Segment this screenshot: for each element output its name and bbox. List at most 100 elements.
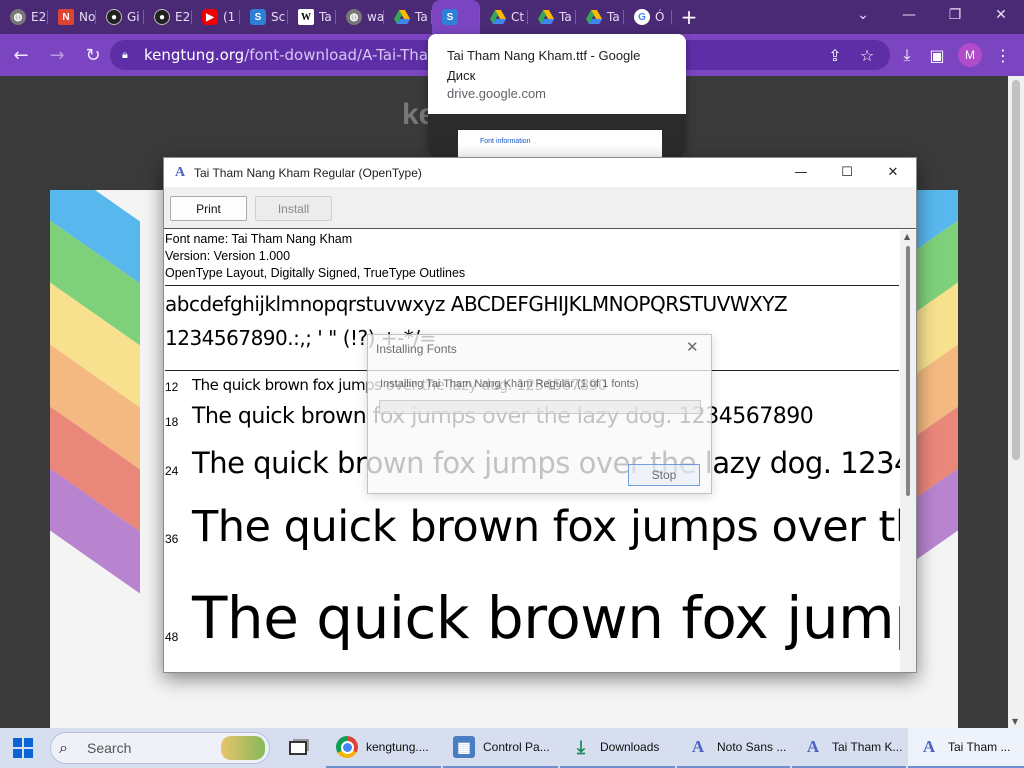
page-scrollbar-thumb[interactable] [1012, 80, 1020, 460]
dialog-close-icon[interactable]: ✕ [686, 338, 699, 356]
taskbar-item-tai-tham-k[interactable]: A Tai Tham K... [792, 728, 906, 768]
s-icon: S [442, 9, 458, 25]
tab-0[interactable]: ◍ E2 [0, 0, 48, 34]
tab-9-active[interactable]: S [432, 0, 480, 34]
font-file-icon: A [691, 737, 705, 756]
taskbar-item-chrome[interactable]: kengtung.... [326, 728, 441, 768]
sample-row-48: 48 The quick brown fox jumps over the la… [164, 576, 900, 656]
maximize-button[interactable]: ☐ [824, 158, 870, 187]
profile-avatar[interactable]: M [958, 43, 982, 67]
taskbar-item-control-panel[interactable]: ▦ Control Pa... [443, 728, 558, 768]
hover-card-domain: drive.google.com [447, 86, 546, 101]
dialog-message: Installing Tai Tham Nang Kham Regular (1… [380, 378, 639, 390]
tab-6[interactable]: W Ta [288, 0, 336, 34]
share-icon[interactable]: ⇪ [820, 40, 850, 70]
dialog-title: Installing Fonts [376, 342, 457, 356]
font-file-icon: A [922, 737, 936, 756]
start-button[interactable] [0, 728, 46, 768]
tab-12[interactable]: Ta [576, 0, 624, 34]
sample-size: 36 [165, 532, 179, 546]
browser-close-button[interactable]: ✕ [978, 0, 1024, 30]
github-icon: ● [106, 9, 122, 25]
tab-3[interactable]: ● E2 [144, 0, 192, 34]
font-preview-scrollbar[interactable]: ▲ [900, 230, 916, 672]
download-icon[interactable]: ⤓ [892, 40, 922, 70]
scroll-up-arrow-icon[interactable]: ▲ [904, 232, 910, 241]
tab-4[interactable]: ▶ (1 [192, 0, 240, 34]
sample-size: 48 [165, 630, 179, 644]
install-progress-bar [379, 400, 701, 414]
tab-label: (1 [223, 10, 236, 24]
tab-8[interactable]: Ta [384, 0, 432, 34]
print-button[interactable]: Print [170, 196, 247, 221]
taskbar-item-downloads[interactable]: ⤓ Downloads [560, 728, 675, 768]
tab-label: Ta [319, 10, 332, 24]
forward-arrow-icon[interactable]: → [42, 40, 72, 70]
tab-search-chevron-icon[interactable]: ⌄ [840, 0, 886, 30]
preview-heading: Font information [480, 138, 531, 145]
tab-10[interactable]: Ct [480, 0, 528, 34]
font-viewer-title: Tai Tham Nang Kham Regular (OpenType) [194, 165, 422, 180]
drive-icon [586, 9, 602, 25]
taskbar-item-label: kengtung.... [366, 740, 429, 754]
youtube-icon: ▶ [202, 9, 218, 25]
tab-label: Ó [655, 10, 665, 24]
font-file-icon: A [174, 164, 186, 180]
globe-icon: ◍ [346, 9, 362, 25]
font-details-line: OpenType Layout, Digitally Signed, TrueT… [165, 266, 466, 280]
github-icon: ● [154, 9, 170, 25]
task-view-button[interactable] [280, 732, 316, 764]
install-button[interactable]: Install [255, 196, 332, 221]
task-view-icon [289, 741, 307, 755]
tab-label: Ta [559, 10, 572, 24]
tab-label: Ta [415, 10, 428, 24]
taskbar-item-label: Tai Tham K... [832, 740, 903, 754]
browser-restore-button[interactable]: ❐ [932, 0, 978, 30]
side-panel-icon[interactable]: ▣ [922, 40, 952, 70]
bookmark-star-icon[interactable]: ☆ [852, 40, 882, 70]
tab-2[interactable]: ● Gi [96, 0, 144, 34]
tab-13[interactable]: GÓ [624, 0, 672, 34]
lock-icon: 🔒︎ [122, 48, 128, 61]
taskbar-item-label: Noto Sans ... [717, 740, 787, 754]
new-tab-button[interactable]: + [672, 0, 706, 34]
scroll-down-arrow-icon[interactable]: ▼ [1012, 717, 1018, 726]
menu-dots-icon[interactable]: ⋮ [988, 40, 1018, 70]
taskbar-item-noto-sans[interactable]: A Noto Sans ... [677, 728, 790, 768]
sample-text: The quick brown fox jumps over the lazy … [192, 584, 900, 652]
control-panel-icon: ▦ [453, 736, 475, 758]
url-domain: kengtung.org [144, 46, 245, 64]
tab-7[interactable]: ◍ wa [336, 0, 384, 34]
close-button[interactable]: ✕ [870, 158, 916, 187]
tab-label: Sc [271, 10, 286, 24]
tab-1[interactable]: N No [48, 0, 96, 34]
search-icon: ⌕ [59, 738, 68, 757]
font-file-icon: A [806, 737, 820, 756]
chrome-icon [336, 736, 358, 758]
s-icon: S [250, 9, 266, 25]
font-preview-scrollbar-thumb[interactable] [906, 246, 910, 496]
tab-label: Gi [127, 10, 140, 24]
back-arrow-icon[interactable]: ← [6, 40, 36, 70]
drive-icon [538, 9, 554, 25]
browser-minimize-button[interactable]: — [886, 0, 932, 30]
drive-icon [394, 9, 410, 25]
windows-logo-icon [13, 738, 33, 758]
charset-letters: abcdefghijklmnopqrstuvwxyz ABCDEFGHIJKLM… [165, 292, 788, 316]
taskbar-item-label: Tai Tham ... [948, 740, 1011, 754]
taskbar-item-label: Downloads [600, 740, 660, 754]
sample-row-36: 36 The quick brown fox jumps over the la… [164, 498, 900, 558]
font-name-line: Font name: Tai Tham Nang Kham [165, 232, 353, 246]
stop-button[interactable]: Stop [628, 464, 700, 486]
tab-5[interactable]: S Sc [240, 0, 288, 34]
downloads-icon: ⤓ [577, 736, 585, 757]
tab-11[interactable]: Ta [528, 0, 576, 34]
taskbar-search-box[interactable]: ⌕ Search [50, 732, 270, 764]
hover-card-preview: Font information [428, 114, 686, 158]
reload-icon[interactable]: ↻ [78, 40, 108, 70]
minimize-button[interactable]: — [778, 158, 824, 187]
tab-label: wa [367, 10, 384, 24]
tab-label: Ta [607, 10, 620, 24]
taskbar-item-tai-tham-active[interactable]: A Tai Tham ... [908, 728, 1024, 768]
page-scrollbar[interactable]: ▼ [1008, 76, 1024, 728]
